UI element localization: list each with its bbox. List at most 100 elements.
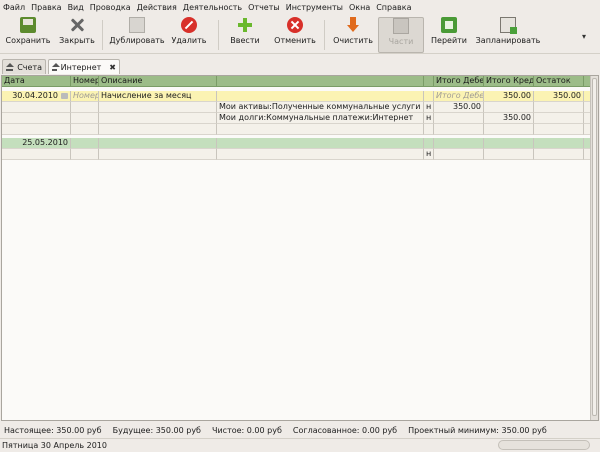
blank-txn-date[interactable]: 25.05.2010 <box>2 138 71 149</box>
close-tab-icon[interactable]: ✖ <box>109 63 116 72</box>
split-memo[interactable] <box>99 124 217 135</box>
txn-num[interactable]: Номер <box>71 91 99 102</box>
summary-bar: Настоящее: 350.00 руб Будущее: 350.00 ру… <box>0 425 600 436</box>
vertical-scrollbar[interactable] <box>590 76 598 420</box>
cancel-button[interactable]: Отменить <box>274 17 316 53</box>
split-reconcile[interactable]: н <box>424 149 434 160</box>
blank-txn-num[interactable] <box>71 138 99 149</box>
split-account[interactable]: Мои долги:Коммунальные платежи:Интернет <box>217 113 424 124</box>
split-reconcile[interactable]: н <box>424 102 434 113</box>
split-action[interactable] <box>71 124 99 135</box>
clear-button[interactable]: Очистить <box>333 17 373 53</box>
blank-txn-credit[interactable] <box>484 138 534 149</box>
header-reconcile[interactable] <box>424 76 434 87</box>
menu-business[interactable]: Деятельность <box>183 3 242 12</box>
split-memo[interactable] <box>99 149 217 160</box>
header-credit[interactable]: Итого Кред <box>484 76 534 87</box>
split-balance <box>534 149 584 160</box>
cancel-label: Отменить <box>274 36 316 45</box>
account-register: Дата Номер Описание Итого Дебе Итого Кре… <box>1 75 599 421</box>
split-account[interactable]: Мои активы:Полученные коммунальные услуг… <box>217 102 424 113</box>
duplicate-button[interactable]: Дублировать <box>109 17 165 53</box>
transaction-row[interactable]: 30.04.2010 Номер Начисление за месяц Ито… <box>2 91 592 102</box>
blank-split-row[interactable]: н <box>2 149 592 160</box>
header-date[interactable]: Дата <box>2 76 71 87</box>
jump-button[interactable]: Перейти <box>431 17 467 53</box>
schedule-icon <box>500 17 517 34</box>
jump-icon <box>441 17 457 33</box>
split-reconcile[interactable]: н <box>424 113 434 124</box>
split-credit[interactable] <box>484 149 534 160</box>
present-balance: Настоящее: 350.00 руб <box>4 426 102 435</box>
header-description[interactable]: Описание <box>99 76 217 87</box>
menu-edit[interactable]: Правка <box>31 3 61 12</box>
split-memo[interactable] <box>99 102 217 113</box>
blank-transaction-row[interactable]: 25.05.2010 <box>2 138 592 149</box>
split-action[interactable] <box>71 113 99 124</box>
menu-tools[interactable]: Инструменты <box>286 3 343 12</box>
clear-label: Очистить <box>333 36 373 45</box>
split-credit[interactable] <box>484 124 534 135</box>
txn-debit[interactable]: Итого Дебет <box>434 91 484 102</box>
split-button[interactable]: Части <box>378 17 424 53</box>
save-label: Сохранить <box>5 36 51 45</box>
txn-transfer[interactable] <box>217 91 424 102</box>
header-debit[interactable]: Итого Дебе <box>434 76 484 87</box>
txn-credit[interactable]: 350.00 <box>484 91 534 102</box>
duplicate-label: Дублировать <box>109 36 165 45</box>
split-date <box>2 102 71 113</box>
save-button[interactable]: Сохранить <box>5 17 51 53</box>
menu-view[interactable]: Вид <box>68 3 84 12</box>
split-debit[interactable] <box>434 113 484 124</box>
toolbar-separator <box>324 20 325 50</box>
menu-windows[interactable]: Окна <box>349 3 370 12</box>
delete-button[interactable]: Удалить <box>170 17 208 53</box>
split-balance <box>534 102 584 113</box>
header-num[interactable]: Номер <box>71 76 99 87</box>
menu-reports[interactable]: Отчеты <box>248 3 280 12</box>
schedule-button[interactable]: Запланировать <box>476 17 540 53</box>
close-icon <box>69 17 85 33</box>
delete-icon <box>181 17 197 33</box>
menu-file[interactable]: Файл <box>3 3 25 12</box>
tab-internet[interactable]: Интернет ✖ <box>48 59 120 74</box>
txn-date[interactable]: 30.04.2010 <box>2 91 71 102</box>
blank-txn-description[interactable] <box>99 138 217 149</box>
split-credit[interactable] <box>484 102 534 113</box>
blank-txn-reconcile[interactable] <box>424 138 434 149</box>
split-debit[interactable] <box>434 124 484 135</box>
close-button[interactable]: Закрыть <box>58 17 96 53</box>
future-balance: Будущее: 350.00 руб <box>112 426 201 435</box>
jump-label: Перейти <box>431 36 467 45</box>
split-date <box>2 124 71 135</box>
tab-accounts[interactable]: Счета <box>2 59 46 74</box>
split-row[interactable]: Мои активы:Полученные коммунальные услуг… <box>2 102 592 113</box>
split-action[interactable] <box>71 102 99 113</box>
plus-icon <box>237 17 253 33</box>
split-account[interactable] <box>217 124 424 135</box>
empty-split-row[interactable] <box>2 124 592 135</box>
split-debit[interactable] <box>434 149 484 160</box>
split-row[interactable]: Мои долги:Коммунальные платежи:Интернет … <box>2 113 592 124</box>
header-balance[interactable]: Остаток <box>534 76 584 87</box>
split-action[interactable] <box>71 149 99 160</box>
txn-reconcile[interactable] <box>424 91 434 102</box>
split-credit[interactable]: 350.00 <box>484 113 534 124</box>
enter-button[interactable]: Ввести <box>228 17 262 53</box>
menu-actions[interactable]: Действия <box>137 3 177 12</box>
split-memo[interactable] <box>99 113 217 124</box>
calendar-icon[interactable] <box>61 92 68 99</box>
txn-description[interactable]: Начисление за месяц <box>99 91 217 102</box>
header-transfer[interactable] <box>217 76 424 87</box>
scrollbar-thumb[interactable] <box>592 78 597 416</box>
menu-help[interactable]: Справка <box>376 3 411 12</box>
split-account[interactable] <box>217 149 424 160</box>
blank-txn-transfer[interactable] <box>217 138 424 149</box>
toolbar-overflow-icon[interactable]: ▾ <box>582 32 586 41</box>
split-debit[interactable]: 350.00 <box>434 102 484 113</box>
download-arrow-icon <box>345 17 361 33</box>
blank-txn-balance <box>534 138 584 149</box>
blank-txn-debit[interactable] <box>434 138 484 149</box>
menu-transaction[interactable]: Проводка <box>90 3 131 12</box>
split-reconcile[interactable] <box>424 124 434 135</box>
